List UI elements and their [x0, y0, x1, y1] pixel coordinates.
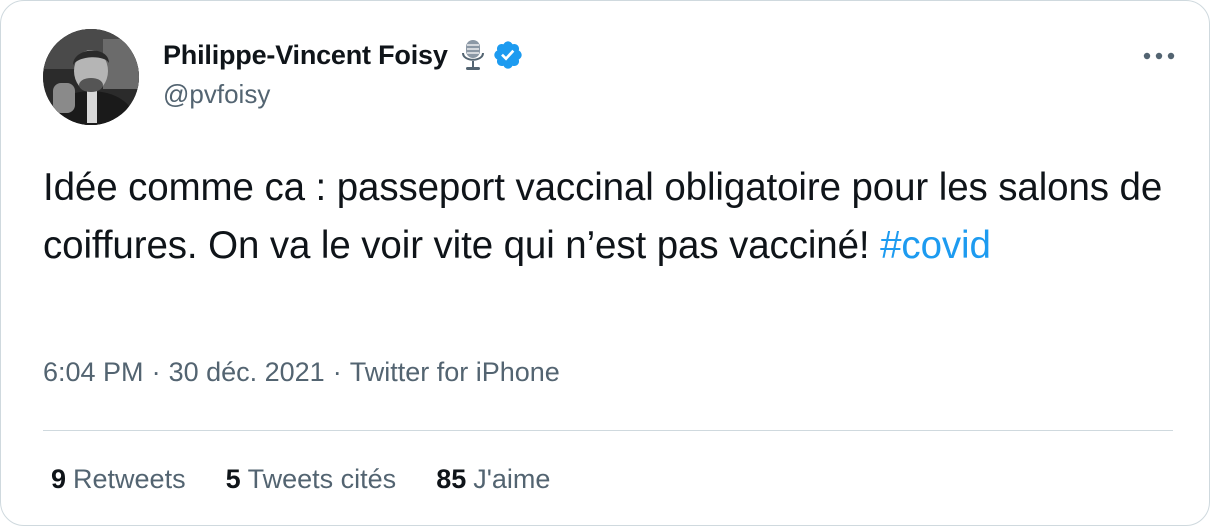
tweet-card: Philippe-Vincent Foisy @pvfoisy Idée com…: [0, 0, 1210, 526]
retweets-stat[interactable]: 9 Retweets: [51, 464, 186, 495]
author-handle[interactable]: @pvfoisy: [163, 79, 270, 110]
tweet-date[interactable]: 30 déc. 2021: [169, 357, 325, 388]
tweet-meta: 6:04 PM · 30 déc. 2021 · Twitter for iPh…: [43, 357, 560, 388]
retweets-label: Retweets: [73, 464, 186, 494]
meta-separator: ·: [151, 357, 161, 387]
tweet-source[interactable]: Twitter for iPhone: [350, 357, 560, 388]
tweet-stats: 9 Retweets 5 Tweets cités 85 J'aime: [51, 464, 590, 495]
tweet-body-text: Idée comme ca : passeport vaccinal oblig…: [43, 166, 1163, 267]
retweets-count: 9: [51, 464, 67, 494]
divider: [43, 430, 1173, 431]
quote-tweets-label: Tweets cités: [247, 464, 397, 494]
quote-tweets-count: 5: [225, 464, 241, 494]
quote-tweets-stat[interactable]: 5 Tweets cités: [226, 464, 397, 495]
tweet-time[interactable]: 6:04 PM: [43, 357, 144, 388]
author-display-name[interactable]: Philippe-Vincent Foisy: [163, 40, 448, 71]
likes-label: J'aime: [473, 464, 551, 494]
verified-badge-icon: [492, 39, 524, 71]
avatar[interactable]: [43, 29, 139, 125]
more-options-button[interactable]: [1139, 41, 1179, 71]
likes-count: 85: [436, 464, 467, 494]
microphone-icon: [460, 38, 486, 72]
hashtag-link[interactable]: #covid: [880, 224, 991, 267]
author-name-row: Philippe-Vincent Foisy: [163, 35, 524, 75]
tweet-text: Idée comme ca : passeport vaccinal oblig…: [43, 159, 1173, 275]
more-dots-icon: [1143, 52, 1175, 60]
meta-separator: ·: [332, 357, 342, 387]
likes-stat[interactable]: 85 J'aime: [436, 464, 550, 495]
avatar-photo: [43, 29, 139, 125]
